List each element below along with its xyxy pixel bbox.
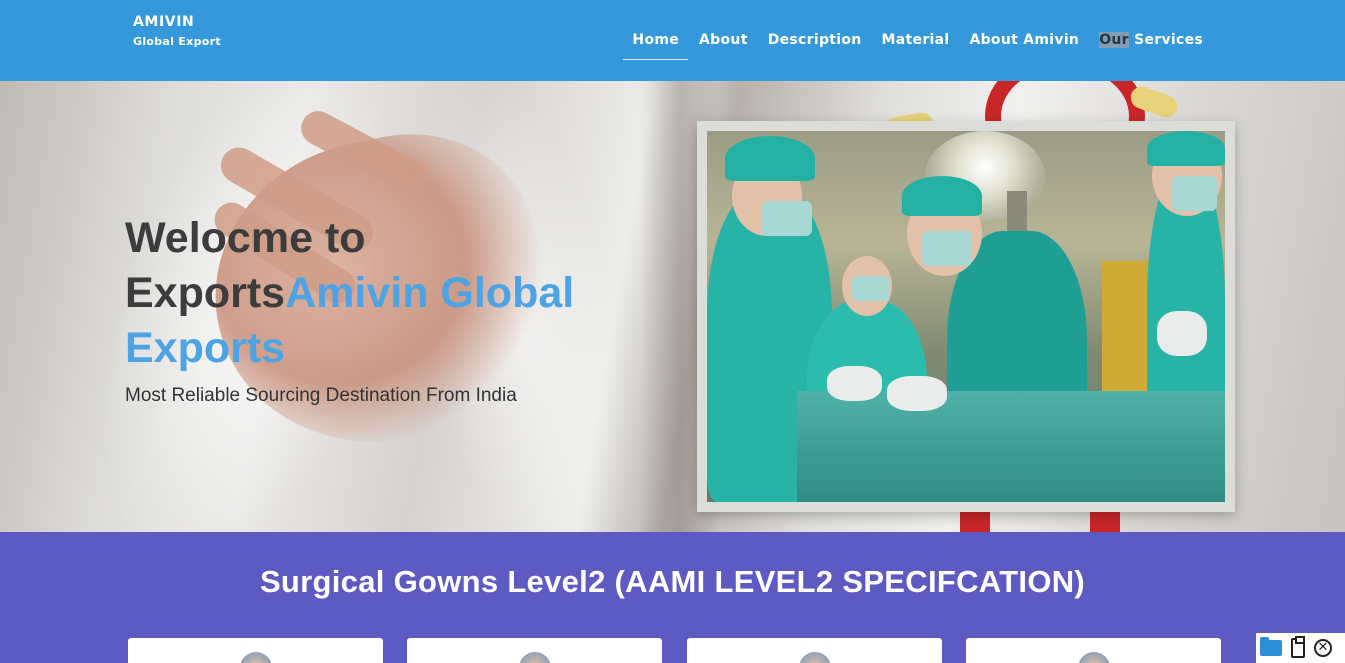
photo-glove bbox=[887, 376, 947, 411]
product-card-image bbox=[519, 652, 551, 663]
nav-home[interactable]: Home bbox=[622, 32, 689, 60]
nav-our-services-rest: Services bbox=[1128, 32, 1203, 48]
photo-cap bbox=[902, 176, 982, 216]
main-nav: Home About Description Material About Am… bbox=[622, 32, 1213, 60]
brand-logo[interactable]: AMIVIN Global Export bbox=[133, 14, 221, 48]
nav-our-services[interactable]: Our Services bbox=[1089, 32, 1213, 48]
product-card[interactable] bbox=[128, 638, 383, 663]
hero-subtitle: Most Reliable Sourcing Destination From … bbox=[125, 385, 517, 406]
brand-tagline: Global Export bbox=[133, 35, 221, 48]
product-card[interactable] bbox=[687, 638, 942, 663]
brand-name: AMIVIN bbox=[133, 14, 195, 30]
photo-glove bbox=[827, 366, 882, 401]
nav-about-amivin[interactable]: About Amivin bbox=[959, 32, 1089, 48]
photo-mask bbox=[922, 231, 972, 266]
photo-mask bbox=[852, 276, 890, 301]
products-section: Surgical Gowns Level2 (AAMI LEVEL2 SPECI… bbox=[0, 532, 1345, 663]
hero-title: Welocme to ExportsAmivin Global Exports bbox=[125, 211, 645, 376]
surgical-team-photo bbox=[707, 131, 1225, 502]
product-card-image bbox=[799, 652, 831, 663]
photo-drape bbox=[797, 391, 1225, 502]
hero-banner: Welocme to ExportsAmivin Global Exports … bbox=[0, 81, 1345, 532]
section-title: Surgical Gowns Level2 (AAMI LEVEL2 SPECI… bbox=[259, 564, 1086, 599]
photo-light-arm bbox=[1007, 191, 1027, 231]
hero-image-frame bbox=[697, 121, 1235, 512]
photo-mask bbox=[1172, 176, 1217, 211]
folder-icon[interactable] bbox=[1260, 637, 1282, 656]
nav-description[interactable]: Description bbox=[758, 32, 872, 48]
product-card-image bbox=[1078, 652, 1110, 663]
photo-glove bbox=[1157, 311, 1207, 356]
close-circle-icon[interactable]: ✕ bbox=[1314, 639, 1332, 657]
nav-our-services-highlight: Our bbox=[1099, 32, 1129, 48]
photo-cap bbox=[725, 136, 815, 181]
nav-material[interactable]: Material bbox=[872, 32, 960, 48]
system-tray: ✕ bbox=[1256, 633, 1345, 663]
nav-about[interactable]: About bbox=[689, 32, 758, 48]
product-card[interactable] bbox=[407, 638, 662, 663]
site-header: AMIVIN Global Export Home About Descript… bbox=[0, 0, 1345, 81]
photo-cap bbox=[1147, 131, 1225, 166]
photo-mask bbox=[762, 201, 812, 236]
product-card[interactable] bbox=[966, 638, 1221, 663]
product-card-image bbox=[240, 652, 272, 663]
clipboard-icon[interactable] bbox=[1291, 636, 1305, 658]
